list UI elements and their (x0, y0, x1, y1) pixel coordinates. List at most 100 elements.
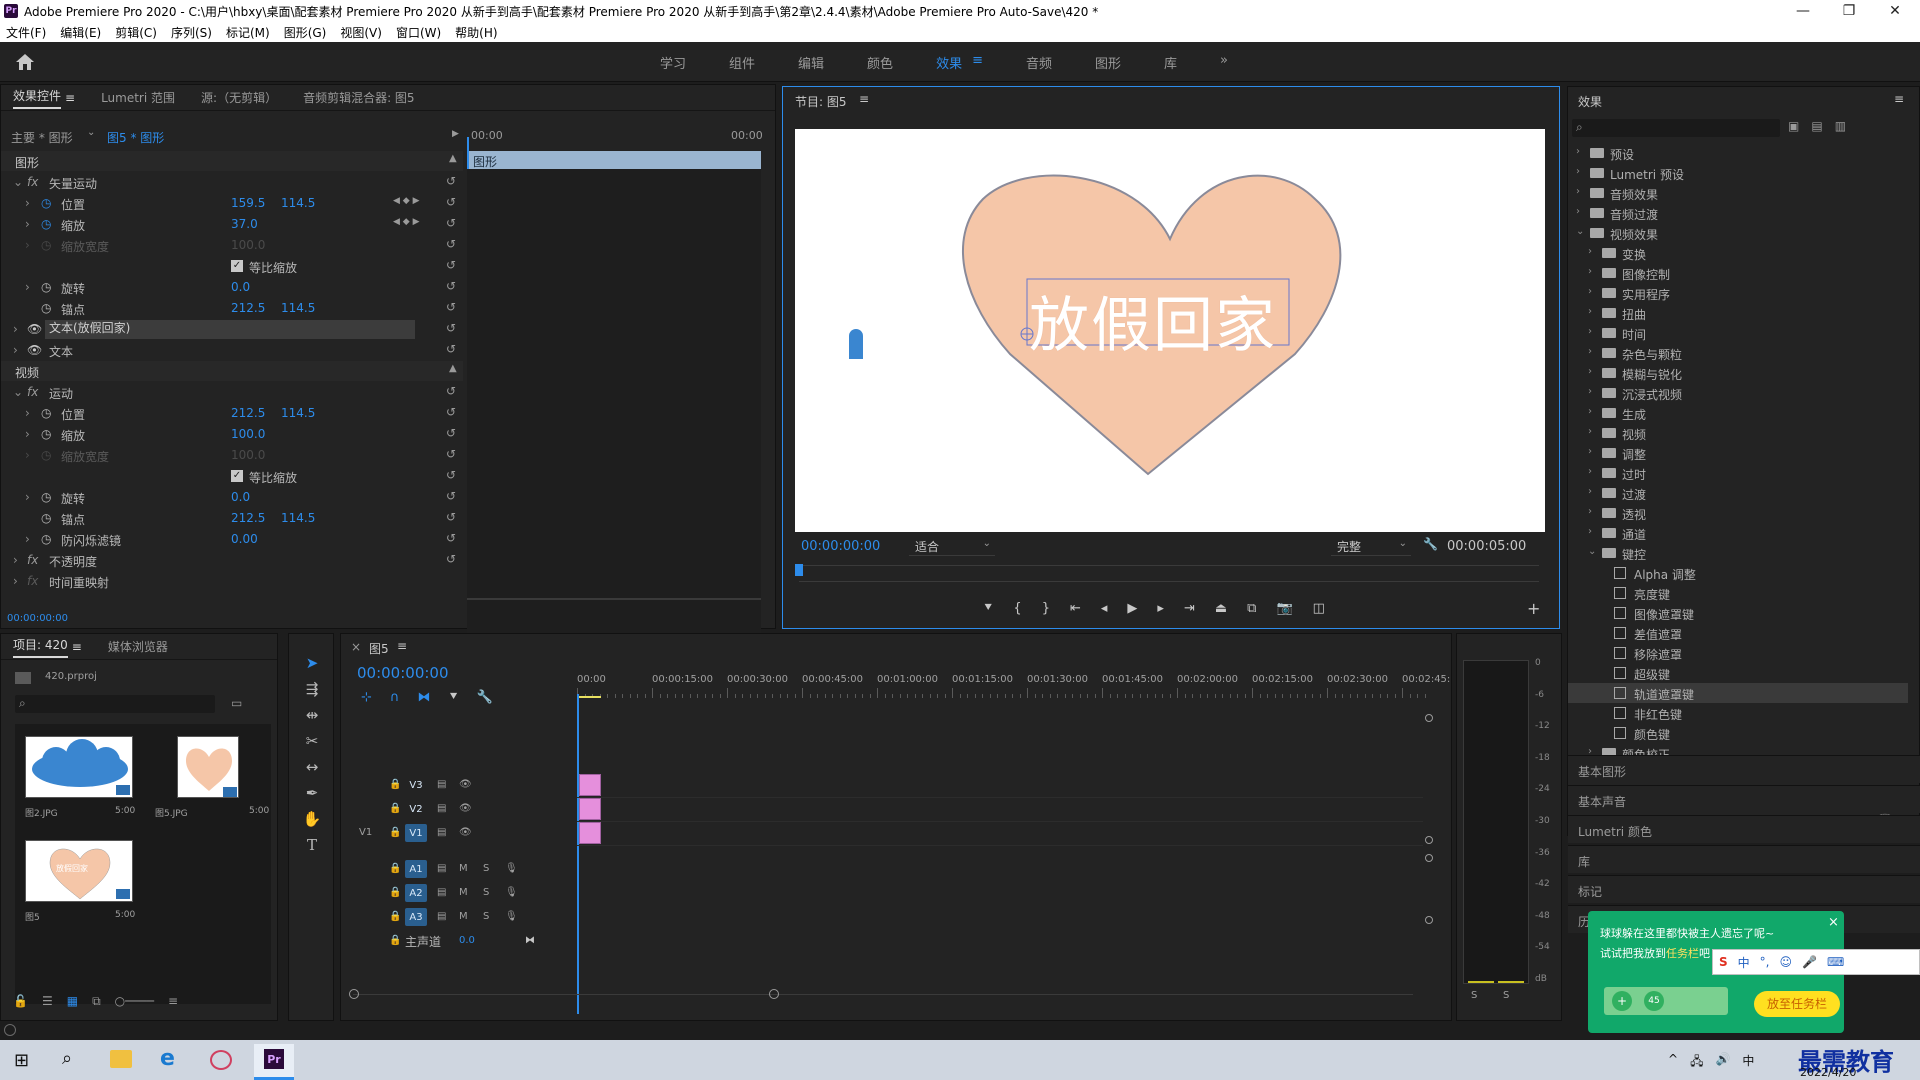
quality-dropdown[interactable]: 完整 ⌄ (1331, 538, 1411, 556)
effects-folder[interactable]: › 模糊与锐化 (1568, 363, 1908, 383)
program-zoom-bar[interactable] (799, 581, 1539, 582)
stopwatch-icon[interactable]: ◷ (41, 406, 51, 420)
sogou-icon[interactable]: S (1719, 955, 1728, 969)
effects-folder[interactable]: › 变换 (1568, 243, 1908, 263)
solo-button[interactable]: S (483, 887, 489, 898)
fit-dropdown[interactable]: 适合 ⌄ (909, 538, 995, 556)
ime-voice-icon[interactable]: 🎤 (1802, 955, 1817, 969)
sync-lock-icon[interactable]: ▤ (437, 803, 446, 814)
text-layer-label[interactable]: 文本(放假回家) (45, 320, 415, 339)
menu-clip[interactable]: 剪辑(C) (115, 24, 157, 41)
lift-icon[interactable]: ⏏ (1215, 601, 1227, 616)
reset-icon[interactable]: ↺ (446, 321, 456, 335)
lock-icon[interactable]: 🔒 (389, 911, 401, 922)
workspace-tab-audio[interactable]: 音频 (1026, 53, 1052, 72)
track-target-badge[interactable]: V2 (405, 800, 427, 818)
tab-source[interactable]: 源:（无剪辑） (201, 89, 277, 106)
reset-icon[interactable]: ↺ (446, 300, 456, 314)
freeform-view-icon[interactable]: ⧉ (92, 994, 101, 1009)
vector-motion-row[interactable]: ⌄ fx 矢量运动 ↺ (1, 172, 463, 193)
property-value[interactable]: 0.00 (231, 532, 258, 546)
tab-effect-controls[interactable]: 效果控件 (13, 87, 62, 109)
property-value-x[interactable]: 212.5 (231, 511, 265, 525)
workspace-tab-effects[interactable]: 效果 (936, 53, 962, 72)
effects-item[interactable]: 颜色键 (1568, 723, 1908, 743)
mark-in-icon[interactable]: { (1013, 601, 1021, 616)
chevron-down-icon[interactable]: ⌄ (13, 175, 23, 189)
workspace-tab-editing[interactable]: 编辑 (798, 53, 824, 72)
chevron-right-icon[interactable]: › (1576, 186, 1580, 197)
mic-icon[interactable]: 🎙 (505, 863, 518, 874)
effects-folder[interactable]: › 图像控制 (1568, 263, 1908, 283)
add-marker-icon[interactable]: ⯆ (983, 601, 993, 616)
effects-section-header[interactable]: 标记 (1568, 875, 1920, 903)
reset-icon[interactable]: ↺ (446, 174, 456, 188)
timeline-timecode[interactable]: 00:00:00:00 (357, 664, 449, 682)
premiere-taskbar-item[interactable]: Pr (254, 1044, 294, 1080)
effects-item[interactable]: Alpha 调整 (1568, 563, 1908, 583)
chevron-right-icon[interactable]: › (1588, 266, 1592, 277)
edge-browser-icon[interactable]: e (160, 1046, 175, 1071)
effects-folder[interactable]: › 时间 (1568, 323, 1908, 343)
popup-taskbar-link[interactable]: 任务栏 (1666, 947, 1699, 960)
menu-marker[interactable]: 标记(M) (226, 24, 270, 41)
keyframe-nav-icon[interactable]: ◀ ◆ ▶ (393, 217, 420, 227)
effects-folder[interactable]: › 杂色与颗粒 (1568, 343, 1908, 363)
mark-out-icon[interactable]: } (1042, 601, 1050, 616)
go-to-in-icon[interactable]: ⇤ (1070, 601, 1081, 616)
chevron-right-icon[interactable]: › (1588, 246, 1592, 257)
ec-zoom-scrollbar[interactable] (467, 598, 761, 600)
effects-folder[interactable]: › 过时 (1568, 463, 1908, 483)
scroll-handle-icon[interactable] (1425, 836, 1433, 844)
motion-row[interactable]: ⌄ fx 运动 ↺ (1, 382, 463, 403)
reset-icon[interactable]: ↺ (446, 405, 456, 419)
program-playhead[interactable] (795, 564, 803, 576)
workspace-tab-assembly[interactable]: 组件 (729, 53, 755, 72)
mic-icon[interactable]: 🎙 (505, 911, 518, 922)
timeline-playhead[interactable] (577, 694, 579, 1014)
effects-section-header[interactable]: 库 (1568, 845, 1920, 873)
lock-icon[interactable]: 🔒 (389, 827, 401, 838)
reset-icon[interactable]: ↺ (446, 447, 456, 461)
panel-menu-icon[interactable]: ≡ (859, 92, 869, 106)
chevron-right-icon[interactable]: › (13, 322, 18, 336)
chevron-right-icon[interactable]: › (1588, 286, 1592, 297)
wrench-icon[interactable]: 🔧 (1423, 537, 1438, 551)
effects-item[interactable]: 移除遮罩 (1568, 643, 1908, 663)
menu-view[interactable]: 视图(V) (340, 24, 382, 41)
property-value[interactable]: 0.0 (231, 280, 250, 294)
reset-icon[interactable]: ↺ (446, 468, 456, 482)
sync-lock-icon[interactable]: ▤ (437, 779, 446, 790)
scroll-handle-icon[interactable] (769, 989, 779, 999)
chevron-right-icon[interactable]: › (1588, 426, 1592, 437)
chevron-right-icon[interactable]: › (1588, 326, 1592, 337)
lock-icon[interactable]: 🔒 (389, 803, 401, 814)
chevron-down-icon[interactable]: ⌄ (13, 385, 23, 399)
timeline-ruler[interactable]: 00:00 00:00:15:00 00:00:30:00 00:00:45:00 00… (577, 674, 1450, 704)
chevron-right-icon[interactable]: › (1588, 526, 1592, 537)
ec-bottom-timecode[interactable]: 00:00:00:00 (7, 613, 68, 624)
chevron-right-icon[interactable]: › (25, 427, 30, 441)
icon-view-icon[interactable]: ▦ (67, 994, 78, 1009)
stopwatch-icon[interactable]: ◷ (41, 511, 51, 525)
scroll-handle-icon[interactable] (349, 989, 359, 999)
sync-lock-icon[interactable]: ▤ (437, 827, 446, 838)
property-value-x[interactable]: 212.5 (231, 301, 265, 315)
solo-right-button[interactable]: S (1503, 990, 1509, 1001)
slip-tool-icon[interactable]: ↔ (302, 758, 322, 778)
search-icon[interactable]: ⌕ (62, 1048, 72, 1069)
ec-clip-bar[interactable]: 图形 (467, 151, 761, 169)
chevron-down-icon[interactable]: ⌄ (87, 127, 95, 138)
comparison-view-icon[interactable]: ◫ (1313, 601, 1325, 616)
text-layer-row[interactable]: › 👁 文本 ↺ (1, 340, 463, 361)
effects-item[interactable]: 亮度键 (1568, 583, 1908, 603)
effects-folder[interactable]: › Lumetri 预设 (1568, 163, 1908, 183)
master-volume-value[interactable]: 0.0 (459, 935, 475, 946)
chevron-right-icon[interactable]: › (25, 406, 30, 420)
panel-menu-icon[interactable]: ≡ (1894, 92, 1904, 106)
effects-folder[interactable]: › 音频效果 (1568, 183, 1908, 203)
razor-tool-icon[interactable]: ✂ (302, 732, 322, 752)
chevron-down-icon[interactable]: ⌄ (1576, 226, 1584, 237)
ime-keyboard-icon[interactable]: ⌨ (1827, 955, 1844, 969)
chevron-right-icon[interactable]: › (25, 532, 30, 546)
